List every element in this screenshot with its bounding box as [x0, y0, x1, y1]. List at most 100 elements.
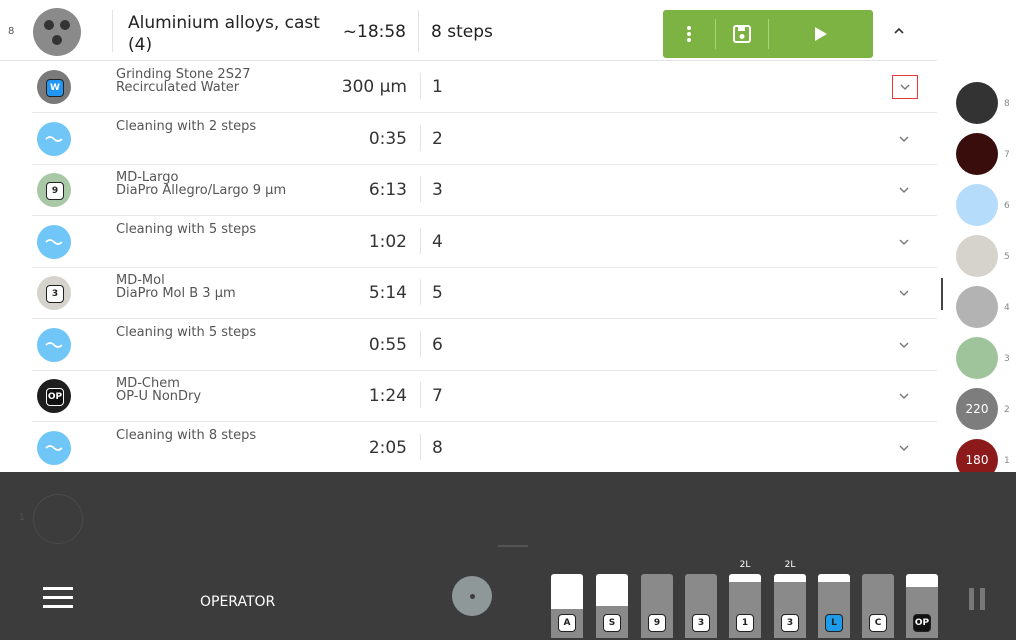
- menu-button[interactable]: [43, 587, 73, 609]
- step-row[interactable]: OP MD-Chem OP-U NonDry 1:24 7: [32, 370, 937, 422]
- magazine-disc-number: 1: [1004, 456, 1010, 466]
- pause-button[interactable]: [969, 588, 987, 610]
- expand-step-button[interactable]: [892, 230, 916, 254]
- largo-disc-icon: 9: [37, 173, 71, 207]
- step-row[interactable]: Cleaning with 8 steps 2:05 8: [32, 422, 937, 474]
- step-value: 1:02: [368, 231, 407, 252]
- action-bar: [663, 10, 873, 58]
- expand-step-button[interactable]: [892, 127, 916, 151]
- consumable-bottle[interactable]: 3: [685, 574, 717, 638]
- bottle-badge: L: [825, 614, 843, 632]
- bottle-badge: 9: [648, 614, 666, 632]
- bottle-level: [818, 574, 850, 582]
- disc-magazine: 8 7 6 5 4 3 220 2 180 1: [937, 0, 1016, 481]
- total-time-value: 18:58: [357, 22, 406, 42]
- step-divider: [420, 433, 421, 460]
- collapse-button[interactable]: [889, 22, 909, 42]
- expand-step-button[interactable]: [892, 436, 916, 460]
- magazine-disc-number: 5: [1004, 252, 1010, 262]
- consumable-bottle[interactable]: 9: [641, 574, 673, 638]
- step-row[interactable]: Cleaning with 5 steps 1:02 4: [32, 216, 937, 268]
- step-row[interactable]: 3 MD-Mol DiaPro Mol B 3 µm 5:14 5: [32, 267, 937, 319]
- step-number: 6: [432, 334, 443, 355]
- bottle-badge: A: [558, 614, 576, 632]
- step-title: Cleaning with 8 steps: [116, 427, 257, 443]
- step-subtitle: DiaPro Allegro/Largo 9 µm: [116, 183, 287, 198]
- step-title: Cleaning with 5 steps: [116, 221, 257, 237]
- consumable-bottle[interactable]: L: [818, 574, 850, 638]
- chevron-down-icon: [900, 84, 910, 90]
- consumable-bottle[interactable]: 3: [774, 574, 806, 638]
- bottle-level: [596, 574, 628, 606]
- step-badge: W: [46, 79, 64, 97]
- step-row[interactable]: W Grinding Stone 2S27 Recirculated Water 30…: [32, 61, 937, 113]
- header-divider: [418, 10, 419, 52]
- chevron-up-icon: [894, 27, 904, 34]
- consumable-bottle[interactable]: C: [862, 574, 894, 638]
- consumable-bottle[interactable]: OP: [906, 574, 938, 638]
- step-value: 2:05: [368, 437, 407, 458]
- hamburger-line: [43, 605, 73, 608]
- step-count: 8 steps: [431, 22, 493, 42]
- empty-holder-slot[interactable]: [33, 494, 83, 544]
- chevron-down-icon: [899, 239, 909, 245]
- start-button[interactable]: [769, 10, 873, 58]
- pause-bar: [980, 588, 985, 610]
- step-row[interactable]: 9 MD-Largo DiaPro Allegro/Largo 9 µm 6:13 3: [32, 164, 937, 216]
- step-subtitle: DiaPro Mol B 3 µm: [116, 286, 236, 301]
- hamburger-icon: [43, 587, 73, 590]
- step-badge: 3: [46, 285, 64, 303]
- more-options-button[interactable]: [663, 10, 715, 58]
- expand-step-button[interactable]: [892, 384, 916, 408]
- chevron-down-icon: [899, 445, 909, 451]
- specimen-holder-icon[interactable]: [33, 8, 81, 56]
- chevron-down-icon: [899, 136, 909, 142]
- chevron-down-icon: [899, 342, 909, 348]
- expand-step-button[interactable]: [892, 178, 916, 202]
- magazine-disc[interactable]: [956, 235, 998, 277]
- bottle-level: [729, 574, 761, 582]
- magazine-disc[interactable]: [956, 337, 998, 379]
- step-title: Cleaning with 5 steps: [116, 324, 257, 340]
- bottle-level: [906, 574, 938, 587]
- scroll-indicator[interactable]: [941, 278, 943, 310]
- step-number: 7: [432, 386, 443, 406]
- step-row[interactable]: Cleaning with 2 steps 0:35 2: [32, 113, 937, 165]
- step-number: 4: [432, 231, 443, 252]
- expand-step-button[interactable]: [892, 75, 918, 99]
- mol-disc-icon: 3: [37, 276, 71, 310]
- step-badge: 9: [46, 182, 64, 200]
- chevron-down-icon: [899, 290, 909, 296]
- magazine-disc-number: 6: [1004, 201, 1010, 211]
- step-divider: [420, 176, 421, 202]
- magazine-disc[interactable]: [956, 286, 998, 328]
- step-divider: [420, 124, 421, 151]
- consumable-bottle[interactable]: 1: [729, 574, 761, 638]
- consumable-bottle[interactable]: S: [596, 574, 628, 638]
- step-divider: [420, 73, 421, 99]
- magazine-disc[interactable]: 220: [956, 388, 998, 430]
- magazine-disc[interactable]: [956, 82, 998, 124]
- magazine-disc[interactable]: [956, 133, 998, 175]
- bottle-badge: OP: [913, 614, 931, 632]
- drag-handle[interactable]: [498, 545, 528, 547]
- step-value: 300 µm: [341, 77, 407, 97]
- expand-step-button[interactable]: [892, 333, 916, 357]
- consumable-bottle[interactable]: A: [551, 574, 583, 638]
- step-number: 5: [432, 283, 443, 303]
- bottle-size-label: 2L: [784, 560, 796, 570]
- holder-knob-icon[interactable]: [452, 576, 492, 616]
- save-icon: [733, 25, 751, 43]
- step-value: 1:24: [368, 386, 407, 406]
- method-index: 8: [8, 26, 15, 37]
- magazine-disc[interactable]: [956, 184, 998, 226]
- play-icon: [815, 27, 827, 41]
- step-row[interactable]: Cleaning with 5 steps 0:55 6: [32, 319, 937, 371]
- expand-step-button[interactable]: [892, 281, 916, 305]
- bottle-badge: 3: [692, 614, 710, 632]
- bottle-badge: 3: [781, 614, 799, 632]
- approx-icon: ~: [342, 22, 357, 42]
- header-divider: [112, 10, 113, 52]
- chevron-down-icon: [899, 393, 909, 399]
- save-button[interactable]: [716, 10, 768, 58]
